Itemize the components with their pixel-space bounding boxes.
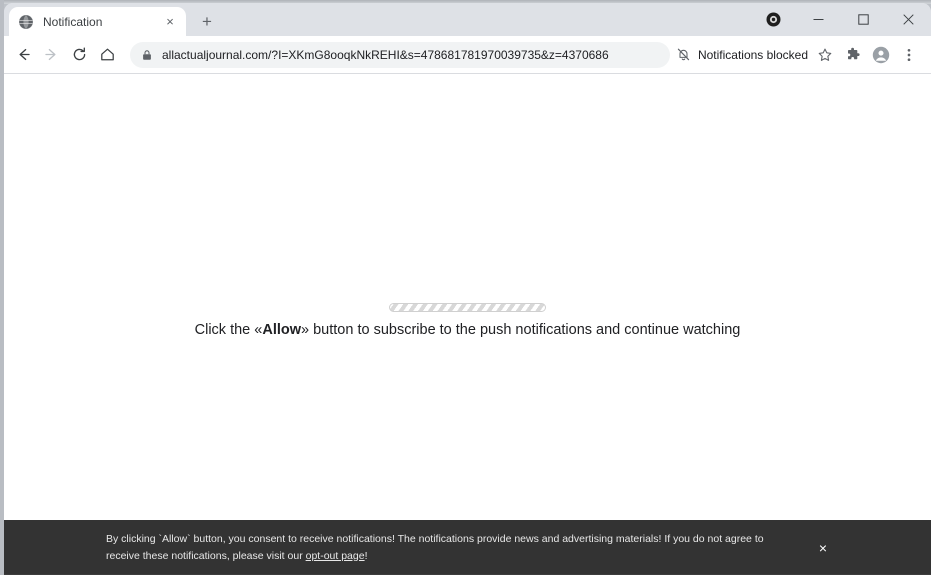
home-icon[interactable] [94,42,120,68]
instruction-allow-word: Allow [262,322,302,338]
puzzle-piece-icon[interactable] [840,42,866,68]
browser-toolbar: allactualjournal.com/?I=XKmG8ooqkNkREHI&… [4,36,931,73]
consent-banner-close-icon[interactable]: × [815,540,831,556]
tab-strip: Notification × + [4,3,931,36]
consent-banner-text: By clicking `Allow` button, you consent … [106,531,793,564]
instruction-prefix: Click the « [194,322,263,338]
new-tab-button[interactable]: + [196,10,218,32]
opt-out-page-link[interactable]: opt-out page [306,550,365,562]
window-close-button[interactable] [886,3,931,36]
window-minimize-button[interactable] [796,3,841,36]
update-available-icon[interactable] [762,9,784,31]
tab-close-icon[interactable]: × [162,14,178,30]
star-icon[interactable] [812,42,838,68]
notifications-blocked-indicator[interactable]: Notifications blocked [676,47,808,62]
tab-title: Notification [43,15,103,28]
page-viewport: Click the «Allow» button to subscribe to… [4,73,931,575]
striped-progress-bar [389,303,546,312]
desktop-background: Notification × + allactualjournal.com/?I… [0,0,931,575]
consent-text-part2: ! [364,549,368,562]
browser-window: Notification × + allactualjournal.com/?I… [4,3,931,575]
forward-arrow-icon [38,42,64,68]
profile-avatar-icon[interactable] [868,42,894,68]
three-dot-menu-icon[interactable] [896,42,922,68]
browser-tab-notification[interactable]: Notification × [9,7,186,36]
address-bar[interactable]: allactualjournal.com/?I=XKmG8ooqkNkREHI&… [130,41,670,68]
globe-icon [18,14,34,29]
allow-instruction-text: Click the «Allow» button to subscribe to… [4,322,931,339]
window-maximize-button[interactable] [841,3,886,36]
consent-banner: By clicking `Allow` button, you consent … [4,520,931,575]
bell-slash-icon [677,48,690,61]
notifications-blocked-label: Notifications blocked [697,47,808,62]
back-arrow-icon[interactable] [10,42,36,68]
consent-text-part1: By clicking `Allow` button, you consent … [106,533,764,562]
page-content: Click the «Allow» button to subscribe to… [4,303,931,339]
reload-icon[interactable] [66,42,92,68]
window-controls [762,3,931,36]
lock-icon [143,49,151,60]
url-text: allactualjournal.com/?I=XKmG8ooqkNkREHI&… [162,48,609,61]
instruction-suffix: » button to subscribe to the push notifi… [301,322,741,338]
